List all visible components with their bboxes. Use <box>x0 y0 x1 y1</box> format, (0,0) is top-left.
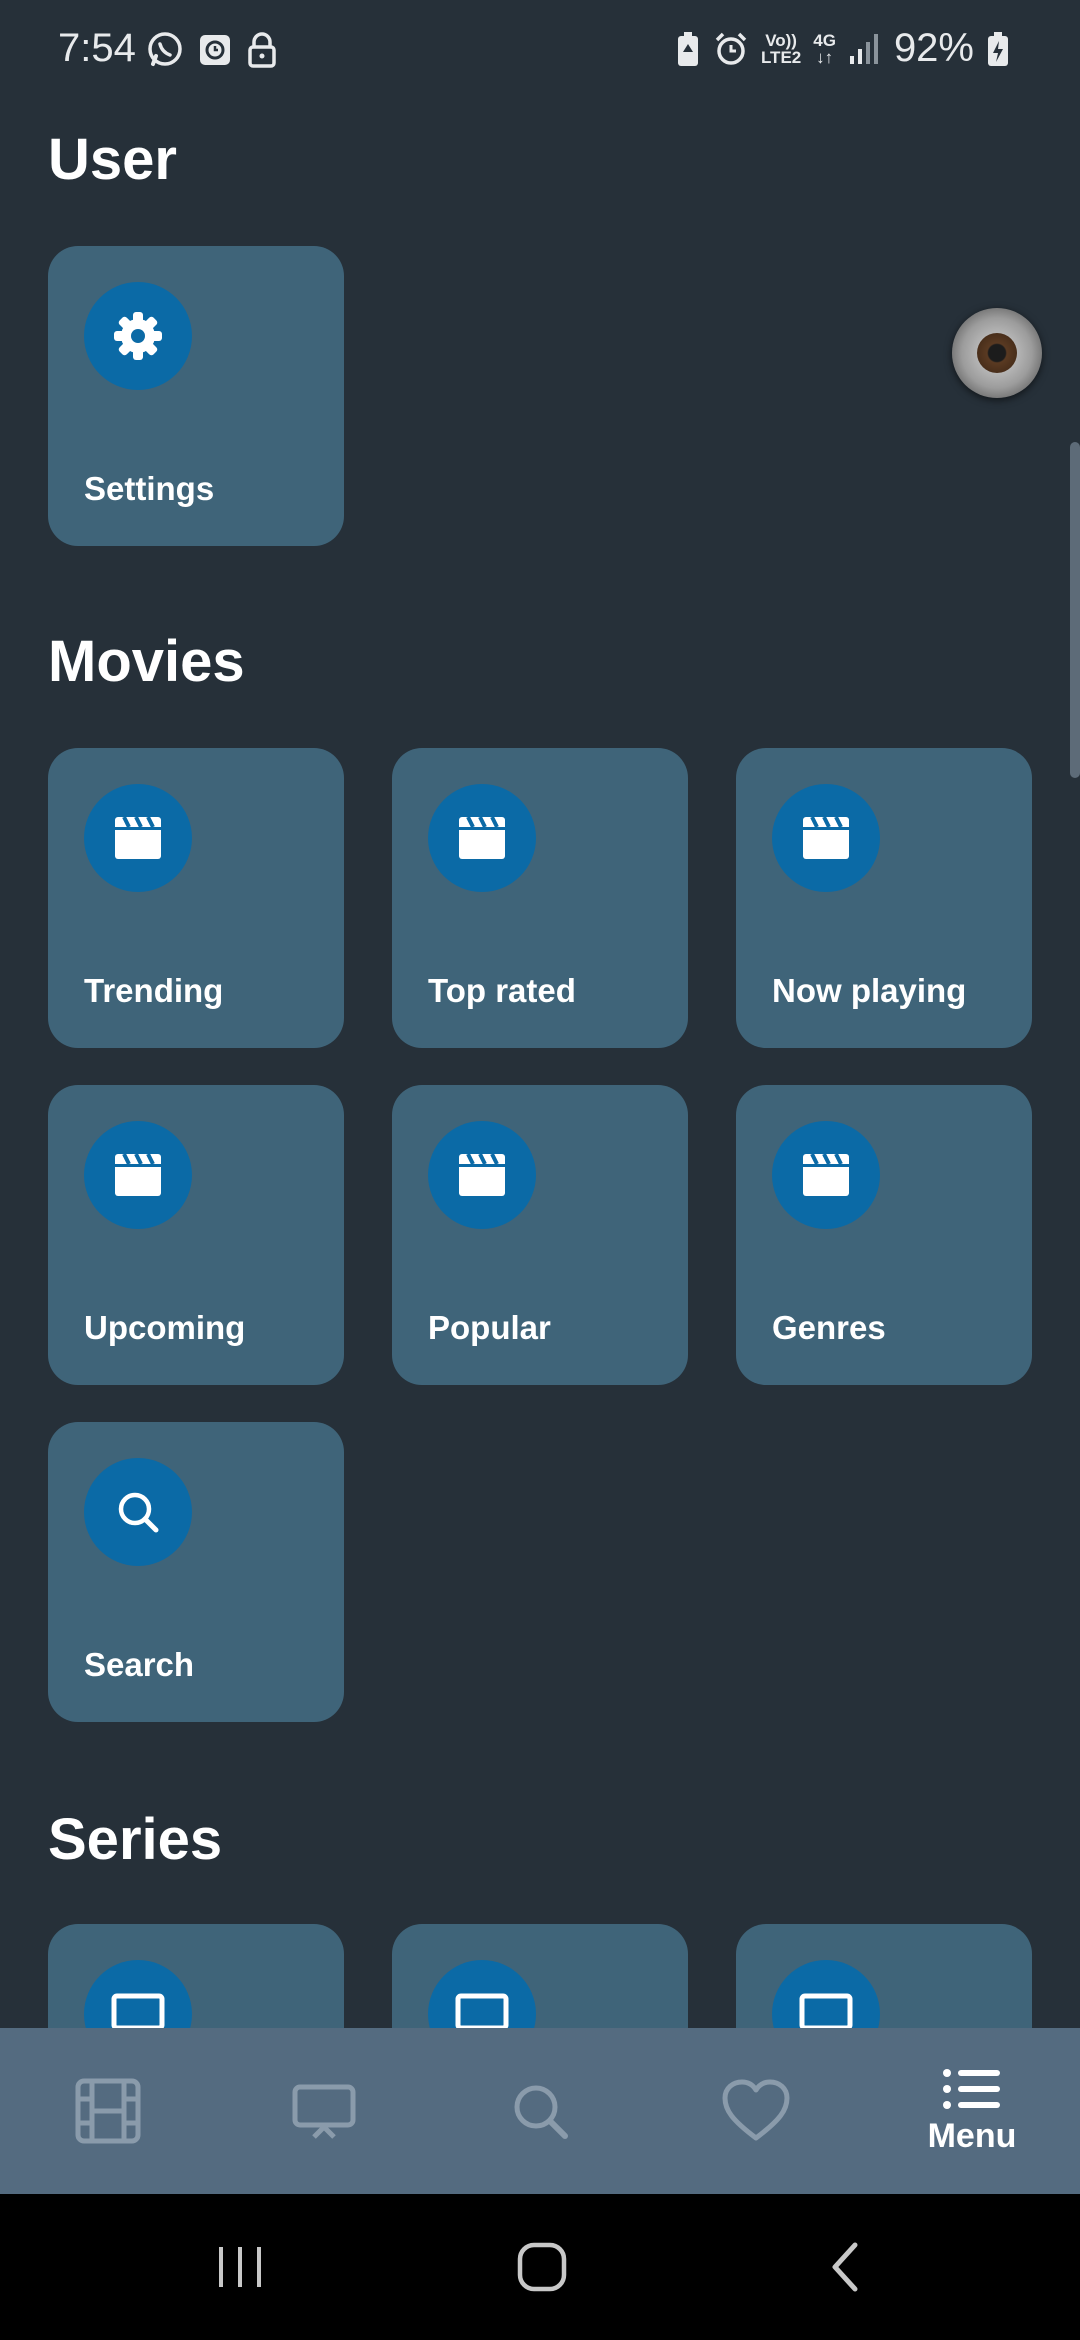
tile-top-rated[interactable]: Top rated <box>392 748 688 1048</box>
whatsapp-icon <box>148 32 182 66</box>
tile-label: Upcoming <box>84 1309 246 1346</box>
tile-icon-circle <box>84 282 192 390</box>
film-icon <box>75 2078 141 2144</box>
search-icon <box>514 2085 568 2139</box>
tile-label: Search <box>84 1646 195 1683</box>
clapperboard-icon <box>803 1153 849 1196</box>
clapperboard-icon <box>803 816 849 859</box>
status-bar: 7:54 Vo)) LTE2 4G ↓↑ 92% <box>0 0 1080 104</box>
tile-popular[interactable]: Popular <box>392 1085 688 1385</box>
scrollbar[interactable] <box>1070 442 1080 778</box>
data-indicator: 4G ↓↑ <box>813 32 836 66</box>
battery-saver-icon <box>677 31 698 66</box>
status-left-icons <box>145 30 279 70</box>
tile-now-playing[interactable]: Now playing <box>736 748 1032 1048</box>
tile-label: Top rated <box>428 972 576 1009</box>
tile-label: Popular <box>428 1309 551 1346</box>
clapperboard-icon <box>459 816 505 859</box>
alarm-icon <box>715 32 747 65</box>
nav-label-menu: Menu <box>927 2116 1017 2155</box>
eye-icon <box>977 333 1017 373</box>
clapperboard-icon <box>115 1153 161 1196</box>
lte-text: LTE2 <box>760 47 802 67</box>
recent-apps-icon <box>219 2247 261 2287</box>
data-arrows-icon: ↓↑ <box>816 47 834 67</box>
tile-icon-circle <box>772 1121 880 1229</box>
tile-label: Genres <box>772 1309 886 1346</box>
tile-trending[interactable]: Trending <box>48 748 344 1048</box>
clapperboard-icon <box>459 1153 505 1196</box>
section-title-user: User <box>48 127 177 192</box>
signal-type-text: 4G <box>813 30 836 50</box>
tile-label: Trending <box>84 972 224 1009</box>
gear-icon <box>114 312 162 360</box>
back-icon <box>832 2242 858 2292</box>
battery-percent: 92% <box>893 26 974 70</box>
tile-icon-circle <box>84 1121 192 1229</box>
section-title-movies: Movies <box>48 629 245 694</box>
recent-apps-button[interactable] <box>140 2194 340 2340</box>
nav-item-favorites[interactable] <box>648 2028 864 2194</box>
tile-label: Now playing <box>772 972 967 1009</box>
search-icon <box>118 1492 159 1533</box>
nav-item-search[interactable] <box>432 2028 648 2194</box>
tile-upcoming[interactable]: Upcoming <box>48 1085 344 1385</box>
heart-icon <box>722 2079 790 2141</box>
back-button[interactable] <box>745 2194 945 2340</box>
home-button[interactable] <box>442 2194 642 2340</box>
section-title-series: Series <box>48 1807 223 1872</box>
lock-icon <box>248 32 276 68</box>
network-indicator: Vo)) LTE2 <box>761 32 801 66</box>
tile-genres[interactable]: Genres <box>736 1085 1032 1385</box>
menu-list-icon <box>943 2068 1000 2109</box>
bottom-navigation: Menu <box>0 2028 1080 2194</box>
tv-icon <box>292 2084 356 2139</box>
tile-icon-circle <box>84 1458 192 1566</box>
status-time: 7:54 <box>58 26 136 70</box>
nav-item-movies[interactable] <box>0 2028 216 2194</box>
home-icon <box>517 2242 567 2292</box>
battery-charging-icon <box>988 31 1008 66</box>
clapperboard-icon <box>115 816 161 859</box>
volte-text: Vo)) <box>765 30 797 50</box>
system-navigation-bar <box>0 2194 1080 2340</box>
tile-search[interactable]: Search <box>48 1422 344 1722</box>
floating-eye-button[interactable] <box>952 308 1042 398</box>
nav-item-series[interactable] <box>216 2028 432 2194</box>
tile-icon-circle <box>772 784 880 892</box>
status-right-icons: Vo)) LTE2 4G ↓↑ 92% <box>675 26 1010 71</box>
tile-settings[interactable]: Settings <box>48 246 344 546</box>
tile-icon-circle <box>428 1121 536 1229</box>
tile-icon-circle <box>428 784 536 892</box>
nav-item-menu[interactable]: Menu <box>864 2028 1080 2194</box>
tile-icon-circle <box>84 784 192 892</box>
clock-app-icon <box>200 35 230 65</box>
tile-label: Settings <box>84 470 215 507</box>
signal-icon <box>849 33 878 64</box>
